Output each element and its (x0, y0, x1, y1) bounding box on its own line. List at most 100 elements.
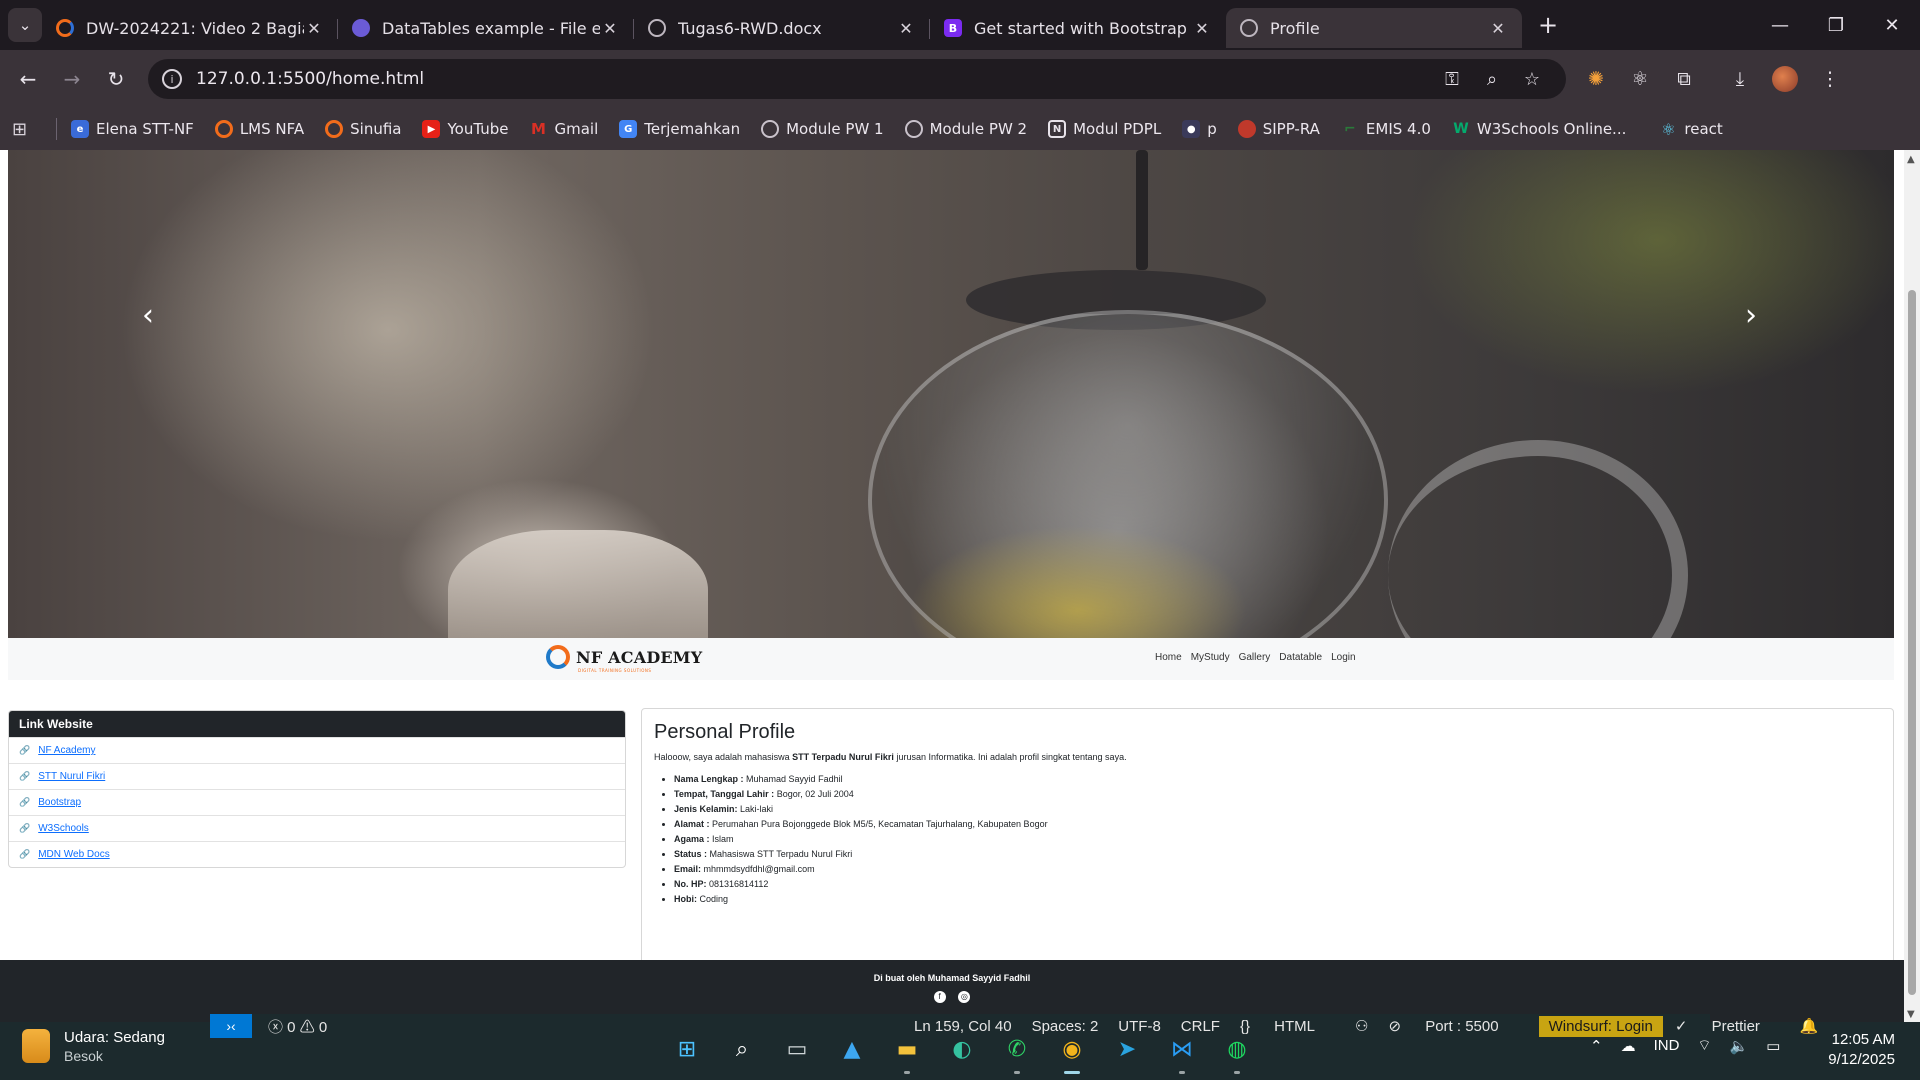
bookmark-label: Module PW 2 (929, 120, 1028, 138)
bookmark-item[interactable]: G Terjemahkan (619, 120, 740, 138)
bookmark-item[interactable]: Module PW 2 (904, 120, 1028, 138)
wifi-icon[interactable]: ⌔ (1697, 1036, 1711, 1055)
close-icon[interactable]: ✕ (1488, 19, 1508, 38)
prettier-status[interactable]: ✓ Prettier (1675, 1017, 1780, 1035)
close-window-button[interactable]: ✕ (1864, 15, 1920, 36)
page-scrollbar[interactable]: ▲ ▼ (1904, 150, 1920, 1022)
address-bar[interactable]: i 127.0.0.1:5500/home.html ⚿ ⌕ ☆ (148, 59, 1566, 99)
new-tab-button[interactable]: + (1530, 11, 1566, 39)
weather-widget[interactable]: Udara: Sedang Besok (22, 1028, 165, 1064)
browser-tab[interactable]: DW-2024221: Video 2 Bagian 1 ✕ (42, 8, 338, 48)
scrollbar-thumb[interactable] (1908, 290, 1916, 995)
chevron-up-icon[interactable]: ⌃ (1590, 1037, 1603, 1055)
bookmark-label: react (1684, 120, 1723, 138)
apps-grid-icon[interactable]: ⊞ (12, 119, 40, 140)
notion-icon: N (1048, 120, 1067, 138)
download-icon[interactable]: ⤓ (1718, 68, 1762, 90)
forward-arrow-icon[interactable]: → (50, 67, 94, 91)
bookmark-label: Modul PDPL (1073, 120, 1162, 138)
menu-kebab-icon[interactable]: ⋮ (1808, 68, 1852, 90)
star-icon[interactable]: ☆ (1512, 69, 1552, 90)
reload-icon[interactable]: ↻ (94, 67, 138, 91)
site-info-icon[interactable]: i (162, 69, 182, 89)
language-mode[interactable]: {} HTML (1240, 1018, 1335, 1035)
browser-tab[interactable]: B Get started with Bootstrap · Bootstrap… (930, 8, 1226, 48)
battery-icon[interactable]: ▭ (1766, 1037, 1780, 1055)
bookmark-item[interactable]: e Elena STT-NF (71, 120, 194, 138)
copilot-icon[interactable]: ⚇ (1355, 1017, 1368, 1035)
browser-tab[interactable]: Tugas6-RWD.docx ✕ (634, 8, 930, 48)
bookmark-label: Module PW 1 (786, 120, 884, 138)
bookmark-item[interactable]: LMS NFA (214, 120, 304, 138)
carousel-prev-icon[interactable]: ‹ (142, 298, 154, 333)
instagram-icon[interactable]: ◎ (958, 991, 971, 1003)
profile-avatar[interactable] (1772, 66, 1798, 92)
close-icon[interactable]: ✕ (896, 19, 916, 38)
url-text[interactable]: 127.0.0.1:5500/home.html (196, 69, 1432, 89)
bookmark-item[interactable]: SIPP-RA (1237, 120, 1320, 138)
bookmark-label: W3Schools Online... (1476, 120, 1627, 138)
volume-icon[interactable]: 🔈 (1730, 1037, 1749, 1055)
scroll-up-icon[interactable]: ▲ (1907, 154, 1915, 165)
facebook-icon[interactable]: f (933, 991, 946, 1003)
page-viewport: ‹ › NF ACADEMY DIGITAL TRAINING SOLUTION… (0, 150, 1920, 1022)
nav-link-datatable[interactable]: Datatable (1279, 652, 1322, 663)
bookmark-label: Gmail (554, 120, 599, 138)
sidebar-link[interactable]: MDN Web Docs (38, 849, 110, 860)
sidebar-link[interactable]: W3Schools (38, 823, 89, 834)
link-icon: 🔗 (19, 771, 31, 781)
scroll-down-icon[interactable]: ▼ (1907, 1009, 1915, 1020)
bookmark-item[interactable]: ⌐ EMIS 4.0 (1341, 120, 1431, 138)
carousel-next-icon[interactable]: › (1745, 298, 1757, 333)
problems-indicator[interactable]: ⓧ 0 ⚠ 0 (268, 1016, 327, 1037)
bookmark-item[interactable]: Sinufia (325, 120, 401, 138)
live-server-port[interactable]: ⊘ Port : 5500 (1388, 1017, 1518, 1035)
cursor-position[interactable]: Ln 159, Col 40 (914, 1018, 1012, 1035)
nav-link-gallery[interactable]: Gallery (1239, 652, 1271, 663)
line-ending[interactable]: CRLF (1181, 1018, 1220, 1035)
extension-react-icon[interactable]: ⚛ (1618, 68, 1662, 90)
list-item: Jenis Kelamin: Laki-laki (674, 802, 1881, 817)
nav-link-login[interactable]: Login (1331, 652, 1355, 663)
browser-tab-active[interactable]: Profile ✕ (1226, 8, 1522, 48)
sidebar-link[interactable]: Bootstrap (38, 797, 81, 808)
onedrive-icon[interactable]: ☁ (1621, 1037, 1636, 1055)
back-arrow-icon[interactable]: ← (6, 67, 50, 91)
bookmark-item[interactable]: N Modul PDPL (1048, 120, 1161, 138)
bookmark-item[interactable]: ▶ YouTube (422, 120, 508, 138)
browser-tab[interactable]: DataTables example - File export ✕ (338, 8, 634, 48)
detail-label: Hobi: (674, 894, 697, 904)
tab-search-button[interactable]: ⌄ (8, 8, 42, 42)
weather-subtitle: Besok (64, 1048, 103, 1064)
notifications-bell-icon[interactable]: 🔔 (1800, 1017, 1819, 1035)
zoom-icon[interactable]: ⌕ (1472, 69, 1512, 90)
translate-icon: G (619, 120, 638, 138)
sidebar-link[interactable]: STT Nurul Fikri (38, 771, 105, 782)
list-item: 🔗 MDN Web Docs (9, 841, 625, 867)
extension-cookie-icon[interactable]: ✺ (1574, 68, 1618, 90)
extensions-puzzle-icon[interactable]: ⧉ (1662, 68, 1706, 90)
close-icon[interactable]: ✕ (304, 19, 324, 38)
close-icon[interactable]: ✕ (600, 19, 620, 38)
bookmark-item[interactable]: W W3Schools Online... (1452, 120, 1626, 138)
indentation[interactable]: Spaces: 2 (1032, 1018, 1099, 1035)
key-icon[interactable]: ⚿ (1432, 69, 1472, 90)
sidebar-link[interactable]: NF Academy (38, 745, 95, 756)
bookmark-item[interactable]: M Gmail (529, 120, 598, 138)
encoding[interactable]: UTF-8 (1118, 1018, 1161, 1035)
windsurf-login[interactable]: Windsurf: Login (1538, 1015, 1663, 1037)
restore-button[interactable]: ❐ (1808, 15, 1864, 36)
detail-value: Laki-laki (737, 804, 774, 814)
nav-link-home[interactable]: Home (1155, 652, 1182, 663)
detail-label: Status : (674, 849, 708, 859)
remote-indicator-icon[interactable]: ›‹ (210, 1014, 252, 1038)
bookmark-item[interactable]: ● p (1182, 120, 1217, 138)
nav-link-mystudy[interactable]: MyStudy (1191, 652, 1230, 663)
language-indicator[interactable]: IND (1654, 1037, 1680, 1054)
brand-logo[interactable]: NF ACADEMY DIGITAL TRAINING SOLUTIONS (546, 645, 702, 673)
bookmark-item[interactable]: Module PW 1 (761, 120, 884, 138)
browser-tab-strip: ⌄ DW-2024221: Video 2 Bagian 1 ✕ DataTab… (0, 0, 1920, 50)
close-icon[interactable]: ✕ (1192, 19, 1212, 38)
minimize-button[interactable]: — (1752, 15, 1808, 36)
bookmark-item[interactable]: ⚛ react (1659, 120, 1723, 139)
